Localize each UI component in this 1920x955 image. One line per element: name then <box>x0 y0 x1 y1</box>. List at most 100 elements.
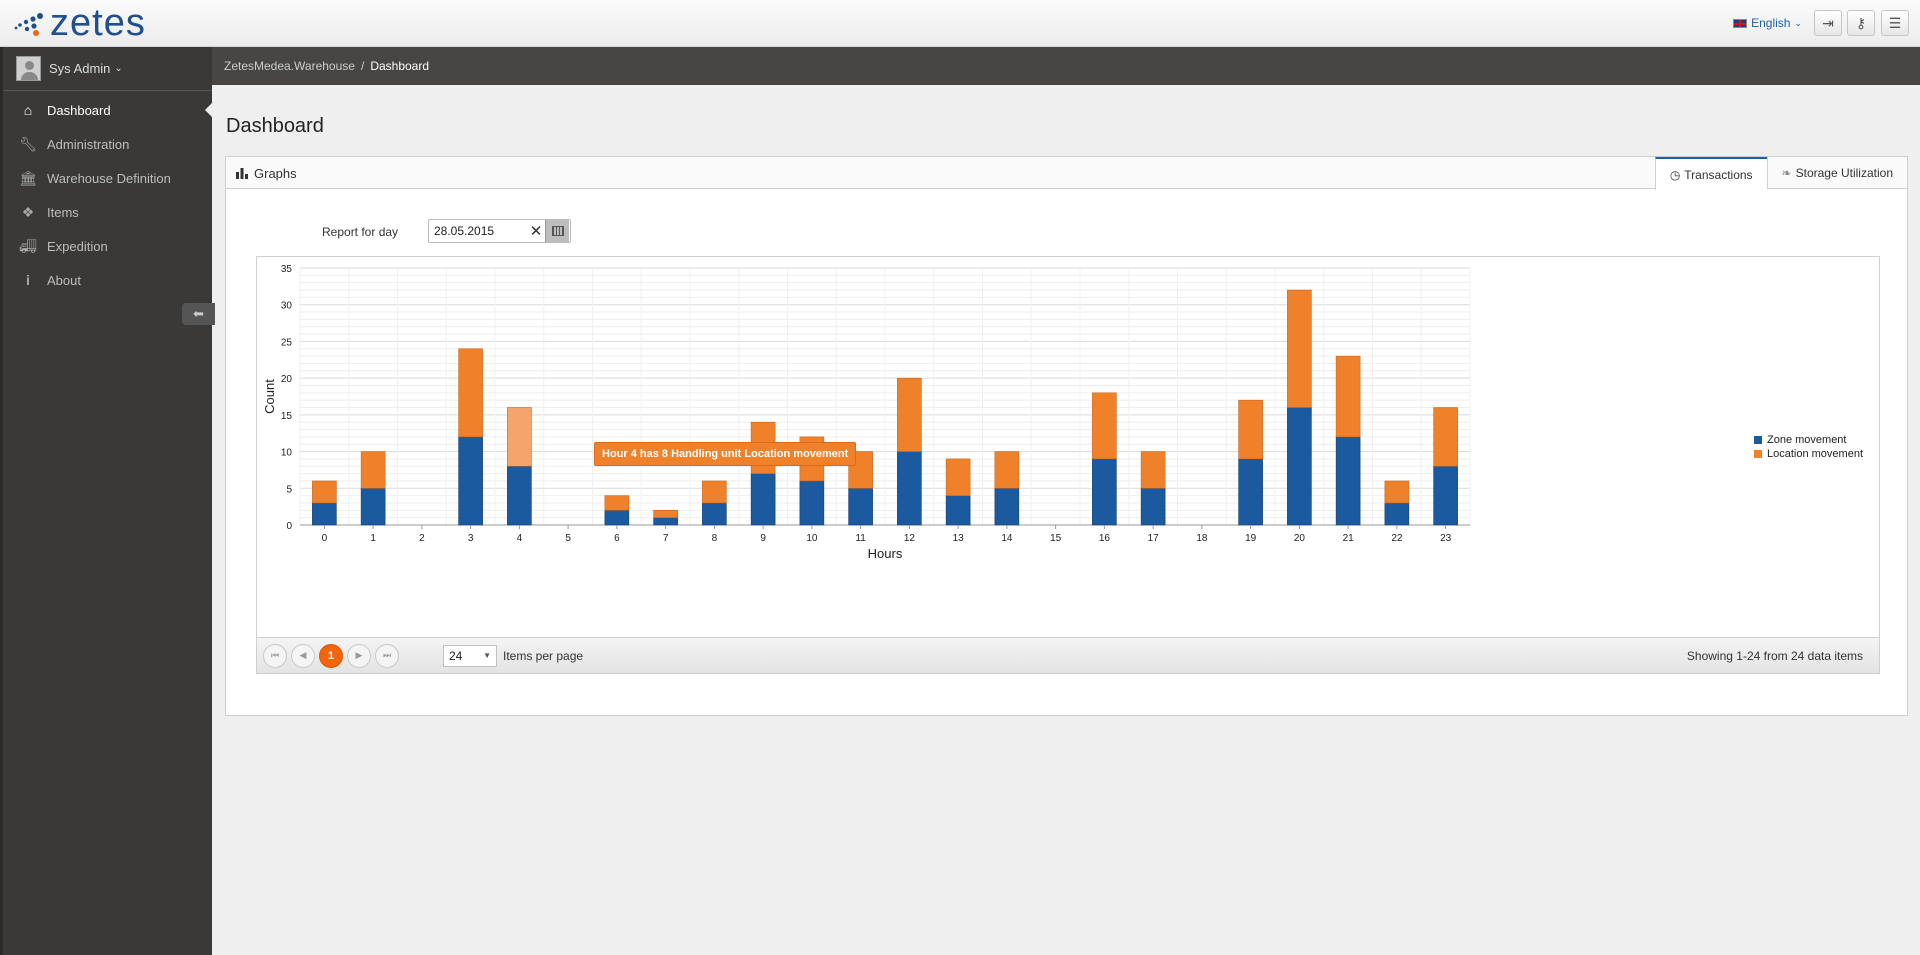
bar-location-movement[interactable] <box>1335 355 1361 438</box>
y-tick-label: 25 <box>281 337 293 348</box>
bar-zone-movement[interactable] <box>848 487 873 526</box>
breadcrumb: ZetesMedea.Warehouse / Dashboard <box>212 47 1920 85</box>
bar-location-movement[interactable] <box>312 480 337 504</box>
y-tick-label: 10 <box>281 448 293 459</box>
bar-zone-movement[interactable] <box>1238 458 1263 526</box>
bar-zone-movement[interactable] <box>1335 436 1361 526</box>
x-tick-label: 7 <box>663 533 669 544</box>
next-page-button[interactable]: ▶ <box>347 643 371 668</box>
x-tick-label: 16 <box>1099 533 1111 544</box>
bar-location-movement[interactable] <box>897 377 922 452</box>
caret-down-icon: ▼ <box>483 651 491 660</box>
bar-zone-movement[interactable] <box>1287 407 1312 526</box>
x-tick-label: 12 <box>904 533 916 544</box>
collapse-sidebar-button[interactable]: ⬅︎ <box>182 303 215 325</box>
bar-zone-movement[interactable] <box>994 487 1020 526</box>
y-tick-label: 5 <box>286 484 292 495</box>
page-size-select[interactable]: 24 ▼ <box>443 644 497 667</box>
bar-zone-movement[interactable] <box>360 487 386 526</box>
sidebar-item-warehouse-definition[interactable]: 🏛︎ Warehouse Definition <box>3 161 212 195</box>
bar-zone-movement[interactable] <box>653 517 678 526</box>
report-date-input[interactable] <box>429 224 527 238</box>
bar-zone-movement[interactable] <box>750 473 776 526</box>
bar-location-movement[interactable] <box>653 510 678 518</box>
legend-swatch <box>1754 450 1762 458</box>
legend-item-location[interactable]: Location movement <box>1754 447 1863 461</box>
bar-location-movement[interactable] <box>1092 392 1117 460</box>
bar-location-movement[interactable] <box>604 495 630 511</box>
bar-zone-movement[interactable] <box>1433 465 1458 526</box>
truck-icon: 🚚︎ <box>19 237 37 254</box>
bar-location-movement[interactable] <box>1384 480 1410 504</box>
main-menu-button[interactable]: ☰ <box>1881 10 1909 36</box>
x-tick-label: 23 <box>1440 533 1452 544</box>
calendar-icon <box>551 226 564 236</box>
bank-icon: 🏛︎ <box>19 169 37 186</box>
bar-zone-movement[interactable] <box>1140 487 1166 526</box>
home-icon: ⌂ <box>23 102 33 118</box>
sidebar-item-label: Expedition <box>47 238 108 254</box>
page-title: Dashboard <box>226 115 324 137</box>
bar-location-movement[interactable] <box>507 407 532 467</box>
bar-zone-movement[interactable] <box>1092 458 1117 526</box>
bar-location-movement[interactable] <box>458 348 483 438</box>
bar-location-movement[interactable] <box>702 480 727 504</box>
bar-location-movement[interactable] <box>994 451 1020 489</box>
bar-location-movement[interactable] <box>1140 451 1166 489</box>
sidebar-item-administration[interactable]: 🔧︎ Administration <box>3 127 212 161</box>
bar-zone-movement[interactable] <box>897 451 922 526</box>
sidebar-item-label: Dashboard <box>47 102 111 118</box>
logout-icon: ⇥ <box>1822 14 1834 31</box>
x-tick-label: 0 <box>322 533 328 544</box>
bar-location-movement[interactable] <box>1238 399 1263 460</box>
panel-header: Graphs ◷ Transactions ❧ Storage Utilizat… <box>226 157 1907 190</box>
sidebar-item-items[interactable]: ❖ Items <box>3 195 212 229</box>
bar-location-movement[interactable] <box>1433 407 1458 467</box>
bar-zone-movement[interactable] <box>945 495 971 526</box>
chevron-down-icon: ⌄ <box>114 63 123 74</box>
logout-button[interactable]: ⇥ <box>1814 10 1842 36</box>
tab-transactions[interactable]: ◷ Transactions <box>1654 157 1767 190</box>
bar-zone-movement[interactable] <box>312 502 337 526</box>
bar-location-movement[interactable] <box>360 451 386 489</box>
pager: ⏮︎ ◀ 1 ▶ ⏭︎ 24 ▼ Items per page Showing … <box>257 637 1879 673</box>
page-button-current[interactable]: 1 <box>319 643 343 668</box>
panel-title: Graphs <box>236 166 297 181</box>
sidebar-item-about[interactable]: i About <box>3 263 212 297</box>
sidebar-item-expedition[interactable]: 🚚︎ Expedition <box>3 229 212 263</box>
user-menu[interactable]: Sys Admin ⌄ <box>3 47 212 91</box>
sidebar-item-dashboard[interactable]: ⌂ Dashboard <box>3 93 212 127</box>
key-icon: ⚷ <box>1855 14 1867 31</box>
bar-zone-movement[interactable] <box>458 436 483 526</box>
tab-storage-utilization[interactable]: ❧ Storage Utilization <box>1766 157 1907 189</box>
info-icon: i <box>26 272 30 288</box>
language-selector[interactable]: English ⌄ <box>1733 16 1802 30</box>
bar-zone-movement[interactable] <box>702 502 727 526</box>
leaf-icon: ❧ <box>1781 166 1792 180</box>
x-tick-label: 6 <box>614 533 620 544</box>
x-tick-label: 3 <box>468 533 474 544</box>
bar-zone-movement[interactable] <box>604 510 630 526</box>
bar-zone-movement[interactable] <box>799 480 825 526</box>
x-tick-label: 11 <box>855 533 866 544</box>
bar-location-movement[interactable] <box>945 458 971 496</box>
chart-tooltip: Hour 4 has 8 Handling unit Location move… <box>594 442 857 466</box>
bar-zone-movement[interactable] <box>507 465 532 526</box>
breadcrumb-root[interactable]: ZetesMedea.Warehouse <box>224 59 355 73</box>
logo-dots-icon <box>14 13 43 36</box>
clear-date-icon[interactable]: ✕ <box>527 222 545 240</box>
first-page-button[interactable]: ⏮︎ <box>263 643 287 668</box>
x-tick-label: 19 <box>1245 533 1257 544</box>
change-password-button[interactable]: ⚷ <box>1847 10 1875 36</box>
zetes-logo[interactable]: zetes <box>12 4 146 42</box>
legend-item-zone[interactable]: Zone movement <box>1754 433 1863 447</box>
last-page-button[interactable]: ⏭︎ <box>375 643 399 668</box>
x-tick-label: 5 <box>565 533 571 544</box>
page-size-value: 24 <box>449 648 463 663</box>
prev-page-button[interactable]: ◀ <box>291 643 315 668</box>
bar-zone-movement[interactable] <box>1384 502 1410 526</box>
x-tick-label: 1 <box>370 533 376 544</box>
bar-location-movement[interactable] <box>1287 289 1312 408</box>
chart-svg: 051015202530350 1 2 3 4 5 6 7 8 9 10 11 12 13 14 15 16 17… <box>262 264 1471 561</box>
calendar-button[interactable] <box>545 220 569 242</box>
